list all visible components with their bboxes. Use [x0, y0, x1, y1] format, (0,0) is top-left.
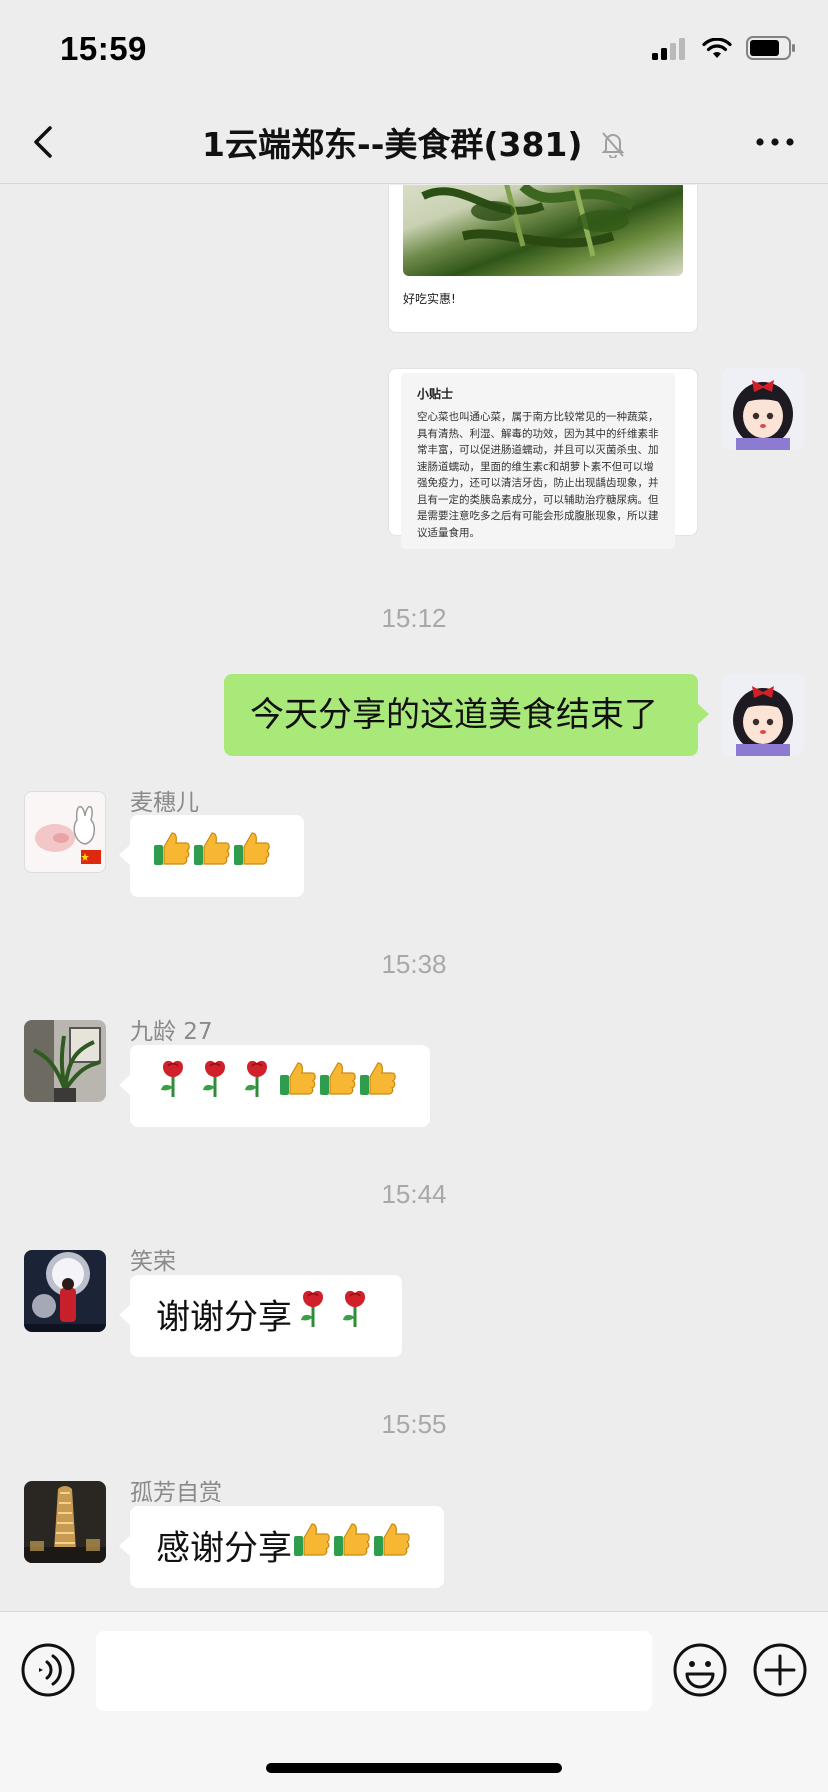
wifi-icon — [702, 38, 732, 58]
time-separator: 15:12 — [381, 603, 447, 633]
sender-name: 孤芳自赏 — [130, 1480, 222, 1506]
battery-icon — [746, 36, 795, 60]
rose-icon — [236, 1047, 278, 1129]
status-icons — [652, 36, 796, 60]
message-bubble[interactable]: 谢谢分享 — [119, 1275, 402, 1359]
message-bubble[interactable] — [119, 815, 304, 899]
rose-icon — [152, 1047, 194, 1129]
dish-photo — [403, 185, 683, 276]
status-bar: 15:59 — [0, 0, 828, 100]
sender-name: 麦穗儿 — [130, 790, 199, 816]
smiley-icon[interactable] — [672, 1642, 728, 1698]
message-text: 今天分享的这道美食结束了 — [250, 695, 658, 735]
self-message-bubble[interactable]: 今天分享的这道美食结束了 — [224, 674, 709, 756]
thumbs-up-icon — [232, 817, 272, 899]
tip-card[interactable]: 小贴士 空心菜也叫通心菜，属于南方比较常见的一种蔬菜，具有清热、利湿、解毒的功效… — [388, 368, 698, 549]
thumbs-up-icon — [192, 817, 232, 899]
avatar[interactable] — [722, 368, 804, 450]
avatar[interactable] — [722, 674, 804, 756]
tip-body: 空心菜也叫通心菜，属于南方比较常见的一种蔬菜，具有清热、利湿、解毒的功效，因为其… — [417, 411, 659, 539]
thumbs-up-icon — [332, 1508, 372, 1590]
chat-title-text: 1云端郑东--美食群(381) — [202, 125, 583, 164]
message-text: 谢谢分享 — [156, 1297, 292, 1338]
thumbs-up-icon — [318, 1047, 358, 1129]
message-input[interactable] — [96, 1631, 652, 1711]
thumbs-up-icon — [278, 1047, 318, 1129]
bell-slash-icon — [600, 127, 626, 166]
rose-icon — [334, 1277, 376, 1359]
message-bubble[interactable]: 感谢分享 — [119, 1506, 444, 1590]
thumbs-up-icon — [152, 817, 192, 899]
message-text: 感谢分享 — [156, 1528, 292, 1569]
cell-signal-icon — [652, 38, 685, 60]
voice-icon[interactable] — [20, 1642, 76, 1698]
more-icon[interactable] — [754, 130, 796, 154]
thumbs-up-icon — [292, 1508, 332, 1590]
avatar[interactable] — [24, 1020, 106, 1102]
plus-circle-icon[interactable] — [752, 1642, 808, 1698]
time-separator: 15:44 — [381, 1179, 447, 1209]
nav-bar: 1云端郑东--美食群(381) — [0, 100, 828, 184]
avatar[interactable] — [24, 1481, 106, 1563]
thumbs-up-icon — [372, 1508, 412, 1590]
time-separator: 15:55 — [381, 1409, 447, 1439]
thumbs-up-icon — [358, 1047, 398, 1129]
dish-image-card[interactable]: 好吃实惠! — [388, 185, 698, 333]
time-separator: 15:38 — [381, 949, 447, 979]
chat-title: 1云端郑东--美食群(381) — [0, 118, 828, 166]
rose-icon — [292, 1277, 334, 1359]
rose-icon — [194, 1047, 236, 1129]
sender-name: 九龄 27 — [130, 1019, 213, 1045]
tip-title: 小贴士 — [417, 387, 454, 401]
avatar[interactable] — [24, 1250, 106, 1332]
home-indicator[interactable] — [266, 1763, 562, 1773]
dish-caption: 好吃实惠! — [403, 292, 456, 306]
avatar[interactable] — [24, 791, 106, 873]
message-bubble[interactable] — [119, 1045, 430, 1129]
sender-name: 笑荣 — [130, 1249, 176, 1275]
chat-scroll-area[interactable]: 好吃实惠! 小贴士 空心菜也叫通心菜，属于南方比较常见的一种蔬菜，具有清热、利湿… — [0, 185, 828, 1611]
status-time: 15:59 — [60, 30, 147, 67]
